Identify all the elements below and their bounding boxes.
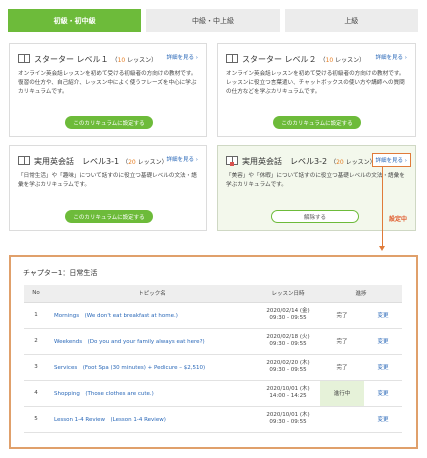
row-topic: Lesson 1-4 Review (Lesson 1-4 Review) xyxy=(48,406,256,433)
row-number: 2 xyxy=(24,328,48,355)
date-day: 2020/10/01 (木) xyxy=(266,386,310,392)
row-date: 2020/02/18 (火) 09:30 - 09:55 xyxy=(256,328,320,355)
tab-beginner[interactable]: 初級・初中級 xyxy=(8,9,142,32)
card-title: 実用英会話 レベル3-2 xyxy=(242,156,328,166)
row-topic: Shopping (Those clothes are cute.) xyxy=(48,380,256,407)
book-icon xyxy=(226,156,238,166)
row-number: 1 xyxy=(24,302,48,329)
table-row: 3 Services (Foot Spa (30 minutes) + Pedi… xyxy=(24,354,403,381)
card-header: 実用英会話 レベル3-2 （20 レッスン） 詳細を見る › xyxy=(226,153,411,168)
row-status: 進行中 xyxy=(320,380,364,407)
lesson-count: （10 レッスン） xyxy=(319,56,366,64)
card-description: オンライン英会話レッスンを初めて受ける初級者の方向けの教材です。レッスンに役立つ… xyxy=(226,71,405,95)
table-row: 5 Lesson 1-4 Review (Lesson 1-4 Review) … xyxy=(24,406,403,433)
connector-line xyxy=(382,167,383,246)
book-icon xyxy=(18,156,30,166)
change-link[interactable]: 変更 xyxy=(364,406,403,433)
detail-link[interactable]: 詳細を見る › xyxy=(167,53,198,61)
card-description: 「美容」や「休暇」について話すのに役立つ基礎レベルの文法・語彙を学ぶカリキュラム… xyxy=(226,173,405,188)
chapter-title: チャプター1：日常生活 xyxy=(23,269,98,277)
card-header: スターター レベル２ （10 レッスン） 詳細を見る › xyxy=(226,52,407,66)
row-topic: Services (Foot Spa (30 minutes) + Pedicu… xyxy=(48,354,256,381)
card-title: スターター レベル２ xyxy=(242,54,317,64)
row-date: 2020/10/01 (木) 09:30 - 09:55 xyxy=(256,406,320,433)
card-header: スターター レベル１ （10 レッスン） 詳細を見る › xyxy=(18,52,198,66)
tab-intermediate[interactable]: 中級・中上級 xyxy=(146,9,280,32)
lesson-count: （20 レッスン） xyxy=(122,158,168,166)
chapter-panel: チャプター1：日常生活 No トピック名 レッスン日時 進捗 1 Morning… xyxy=(9,255,418,449)
change-link[interactable]: 変更 xyxy=(364,328,403,355)
row-status: 完了 xyxy=(320,328,364,355)
row-topic: Mornings (We don't eat breakfast at home… xyxy=(48,302,256,329)
detail-link[interactable]: 詳細を見る › xyxy=(376,53,407,61)
lesson-count: （20 レッスン） xyxy=(330,158,376,166)
table-row: 2 Weekends (Do you and your family alway… xyxy=(24,328,403,355)
date-day: 2020/02/20 (木) xyxy=(266,360,310,366)
set-curriculum-button[interactable]: このカリキュラムに設定する xyxy=(65,116,153,129)
curriculum-card-practical-3-2: 実用英会話 レベル3-2 （20 レッスン） 詳細を見る › 「美容」や「休暇」… xyxy=(217,145,416,231)
date-time: 09:30 - 09:55 xyxy=(269,367,307,373)
curriculum-card-starter-2: スターター レベル２ （10 レッスン） 詳細を見る › オンライン英会話レッス… xyxy=(217,43,416,137)
col-header-no: No xyxy=(24,285,48,303)
date-time: 09:30 - 09:55 xyxy=(269,315,307,321)
curriculum-card-starter-1: スターター レベル１ （10 レッスン） 詳細を見る › オンライン英会話レッス… xyxy=(9,43,207,137)
topic-link[interactable]: Services (Foot Spa (30 minutes) + Pedicu… xyxy=(54,365,205,371)
topic-link[interactable]: Shopping (Those clothes are cute.) xyxy=(54,391,154,397)
date-time: 09:30 - 09:55 xyxy=(269,341,307,347)
level-tabs: 初級・初中級 中級・中上級 上級 xyxy=(8,9,418,32)
card-description: 「日常生活」や「趣味」について話すのに役立つ基礎レベルの文法・語彙を学ぶカリキュ… xyxy=(18,173,197,188)
detail-link[interactable]: 詳細を見る › xyxy=(371,153,411,167)
date-time: 09:30 - 09:55 xyxy=(269,419,307,425)
row-topic: Weekends (Do you and your family always … xyxy=(48,328,256,355)
change-link[interactable]: 変更 xyxy=(364,380,403,407)
card-header: 実用英会話 レベル3-1 （20 レッスン） 詳細を見る › xyxy=(18,154,198,168)
topic-link[interactable]: Mornings (We don't eat breakfast at home… xyxy=(54,313,178,319)
row-number: 5 xyxy=(24,406,48,433)
table-row: 1 Mornings (We don't eat breakfast at ho… xyxy=(24,302,403,329)
date-time: 14:00 - 14:25 xyxy=(269,393,307,399)
date-day: 2020/10/01 (木) xyxy=(266,412,310,418)
book-icon xyxy=(18,54,30,64)
set-curriculum-button[interactable]: このカリキュラムに設定する xyxy=(65,210,153,223)
row-date: 2020/02/14 (金) 09:30 - 09:55 xyxy=(256,302,320,329)
set-status-badge: 設定中 xyxy=(389,216,408,223)
date-day: 2020/02/14 (金) xyxy=(266,308,310,314)
col-header-progress: 進捗 xyxy=(320,285,403,303)
tab-advanced[interactable]: 上級 xyxy=(284,9,418,32)
card-title: スターター レベル１ xyxy=(34,54,109,64)
date-day: 2020/02/18 (火) xyxy=(266,334,310,340)
topic-link[interactable]: Weekends (Do you and your family always … xyxy=(54,339,205,345)
curriculum-card-practical-3-1: 実用英会話 レベル3-1 （20 レッスン） 詳細を見る › 「日常生活」や「趣… xyxy=(9,145,207,231)
topic-link[interactable]: Lesson 1-4 Review (Lesson 1-4 Review) xyxy=(54,417,166,423)
detail-link[interactable]: 詳細を見る › xyxy=(167,155,198,163)
unset-curriculum-button[interactable]: 解除する xyxy=(271,210,359,223)
book-icon xyxy=(226,54,238,64)
card-description: オンライン英会話レッスンを初めて受ける初級者の方向けの教材です。復習の仕方や、自… xyxy=(18,71,197,95)
row-status xyxy=(320,406,364,433)
table-header-row: No トピック名 レッスン日時 進捗 xyxy=(24,285,403,303)
change-link[interactable]: 変更 xyxy=(364,302,403,329)
lesson-table: No トピック名 レッスン日時 進捗 1 Mornings (We don't … xyxy=(24,285,403,433)
row-date: 2020/10/01 (木) 14:00 - 14:25 xyxy=(256,380,320,407)
set-curriculum-button[interactable]: このカリキュラムに設定する xyxy=(273,116,361,129)
card-title: 実用英会話 レベル3-1 xyxy=(34,156,120,166)
row-number: 4 xyxy=(24,380,48,407)
change-link[interactable]: 変更 xyxy=(364,354,403,381)
col-header-topic: トピック名 xyxy=(48,285,256,303)
row-date: 2020/02/20 (木) 09:30 - 09:55 xyxy=(256,354,320,381)
row-status: 完了 xyxy=(320,302,364,329)
col-header-date: レッスン日時 xyxy=(256,285,320,303)
row-status: 完了 xyxy=(320,354,364,381)
row-number: 3 xyxy=(24,354,48,381)
table-row: 4 Shopping (Those clothes are cute.) 202… xyxy=(24,380,403,407)
arrow-down-icon xyxy=(379,246,385,251)
lesson-count: （10 レッスン） xyxy=(111,56,158,64)
